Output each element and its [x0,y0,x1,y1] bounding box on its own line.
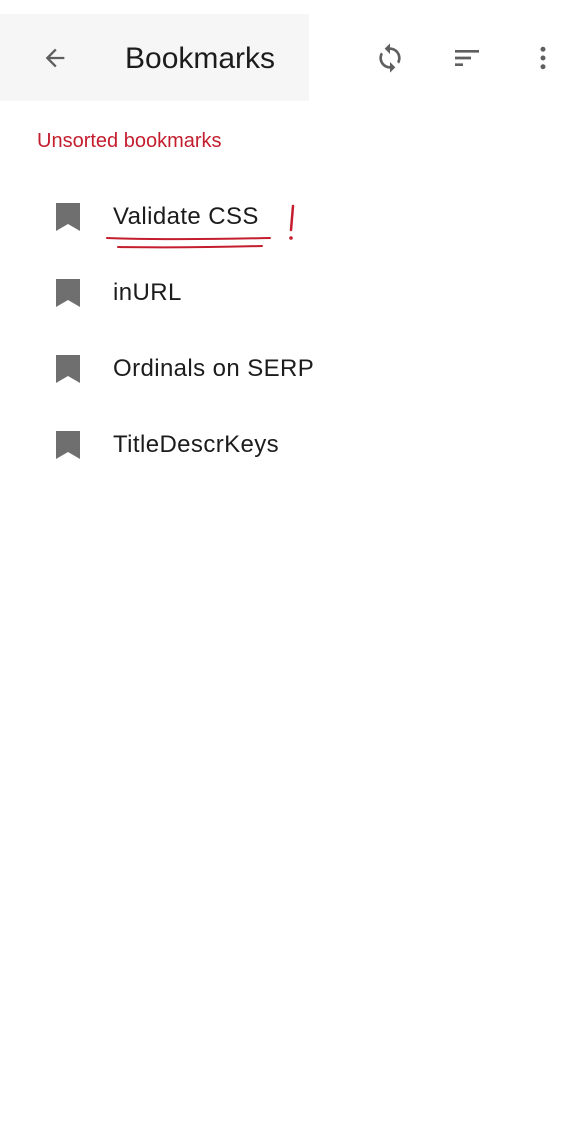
sync-icon [379,43,401,73]
bookmark-list: Validate CSS inURL Ordinals on SERP Titl… [0,178,570,482]
bookmark-icon [56,355,80,383]
bookmark-item-inurl[interactable]: inURL [0,254,570,330]
more-options-button[interactable] [521,36,565,80]
bookmark-item-titledescrkeys[interactable]: TitleDescrKeys [0,406,570,482]
sort-button[interactable] [445,36,489,80]
sort-icon [455,50,479,66]
bookmark-label: Validate CSS [113,203,259,230]
bookmarks-screen: Bookmarks Unsorted bookmarks Validate CS… [0,0,570,1145]
arrow-back-icon [45,48,65,68]
sync-button[interactable] [368,36,412,80]
more-vert-icon [540,46,546,70]
section-header: Unsorted bookmarks [37,130,222,152]
bookmark-item-ordinals-on-serp[interactable]: Ordinals on SERP [0,330,570,406]
bookmark-label: TitleDescrKeys [113,431,280,458]
bookmark-icon [56,279,80,307]
bookmark-icon [56,431,80,459]
bookmark-item-validate-css[interactable]: Validate CSS [0,178,570,254]
bookmark-label: Ordinals on SERP [113,355,315,382]
page-title: Bookmarks [125,42,276,75]
bookmark-icon [56,203,80,231]
back-button[interactable] [33,36,77,80]
bookmark-label: inURL [113,279,182,306]
